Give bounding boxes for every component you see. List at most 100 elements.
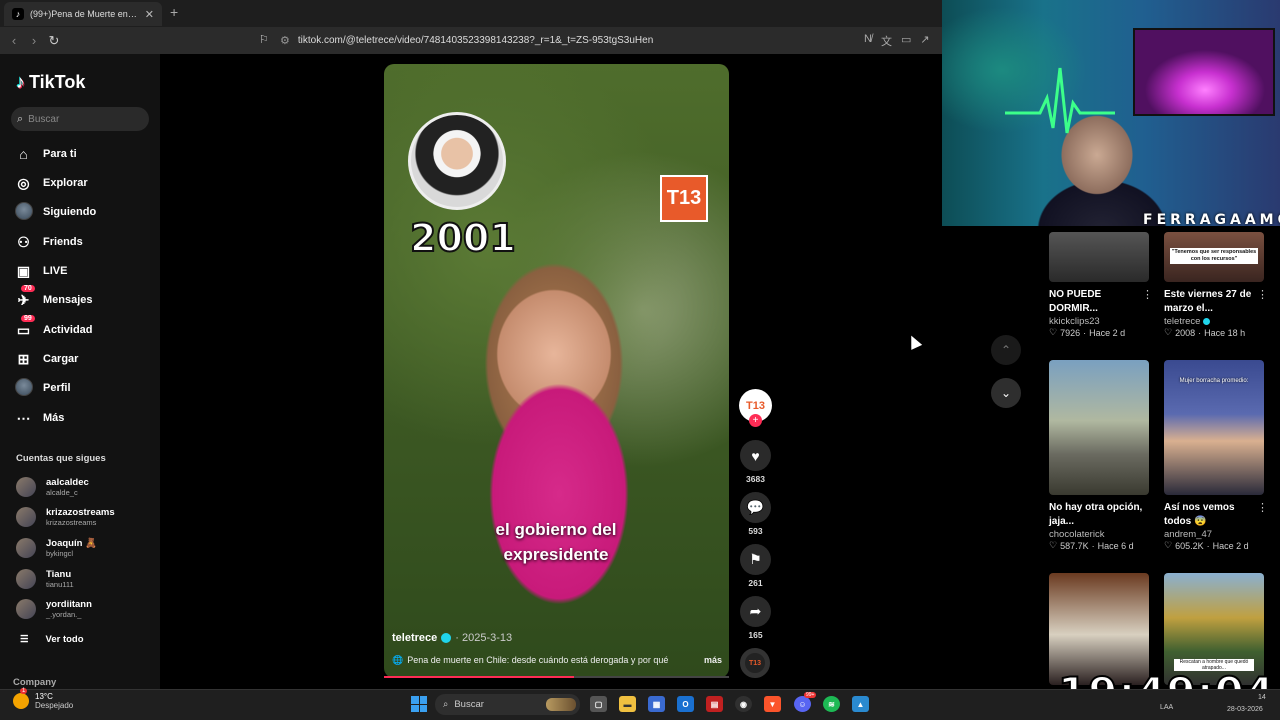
share-icon[interactable]: ↗	[920, 33, 929, 49]
feed-item[interactable]: NO PUEDE DORMIR... ⋮ kkickclips23 ♡ 7926 · H…	[1049, 288, 1153, 338]
sidebar-item-label: Actividad	[43, 324, 93, 336]
news-icon[interactable]: ▤	[706, 696, 723, 712]
feed-user: teletrece	[1164, 316, 1201, 327]
feed-thumbnail[interactable]	[1049, 232, 1149, 282]
company-link[interactable]: Company	[13, 677, 56, 688]
more-icon: ⋯	[16, 409, 31, 426]
sidebar-item-friends[interactable]: ⚇ Friends	[14, 232, 83, 252]
cast-icon[interactable]: ▭	[901, 33, 911, 49]
address-bar[interactable]: ⚙ tiktok.com/@teletrece/video/7481403523…	[280, 32, 850, 49]
followed-account[interactable]: aalcaldec alcalde_c	[16, 477, 89, 497]
sidebar-item-label: Perfil	[43, 382, 71, 394]
comment-button[interactable]: 💬 593	[740, 492, 771, 536]
translate-icon[interactable]: 文	[881, 33, 892, 49]
sidebar-item-label: Cargar	[43, 353, 79, 365]
home-icon: ⌂	[19, 146, 28, 162]
feed-item[interactable]: Este viernes 27 de marzo el... ⋮ teletrec…	[1164, 288, 1268, 338]
followed-account[interactable]: Joaquín 🧸 bykingcl	[16, 538, 97, 558]
heart-icon: ♥	[740, 440, 771, 471]
messages-badge: 70	[21, 284, 35, 292]
sidebar-item-label: Explorar	[43, 177, 88, 189]
followed-account[interactable]: krizazostreams krizazostreams	[16, 507, 115, 527]
like-count: 3683	[746, 474, 765, 484]
followed-account[interactable]: yordiitann _.yordan._	[16, 599, 92, 619]
video-progress-bar[interactable]	[384, 676, 729, 678]
feed-title: NO PUEDE DORMIR...	[1049, 289, 1102, 314]
forward-icon[interactable]: ›	[24, 33, 44, 48]
windows-start-icon[interactable]	[411, 696, 427, 712]
more-button[interactable]: más	[704, 655, 722, 666]
outlook-icon[interactable]: O	[677, 696, 694, 712]
sidebar-item-siguiendo[interactable]: Siguiendo	[14, 201, 97, 222]
feed-thumbnail[interactable]	[1049, 360, 1149, 495]
sidebar-item-cargar[interactable]: ⊞ Cargar	[14, 349, 79, 369]
neon-heartbeat-icon	[1005, 67, 1115, 134]
photos-icon[interactable]: ▲	[852, 696, 869, 712]
like-button[interactable]: ♥ 3683	[740, 440, 771, 484]
reader-mode-icon[interactable]: N̸	[864, 33, 872, 49]
browser-tab-active[interactable]: ♪ (99+)Pena de Muerte en Chile ✕	[4, 2, 162, 26]
share-button[interactable]: ➦ 165	[740, 596, 771, 640]
video-author[interactable]: teletrece · 2025-3-13	[392, 632, 512, 644]
brave-icon[interactable]: ▼	[764, 696, 781, 712]
store-icon[interactable]: ▦	[648, 696, 665, 712]
weather-widget[interactable]: 1 13°C Despejado	[13, 688, 74, 710]
account-handle: alcalde_c	[46, 488, 78, 497]
more-options-icon[interactable]: ⋮	[1142, 288, 1153, 316]
feed-item[interactable]: No hay otra opción, jaja... chocolateric…	[1049, 501, 1153, 551]
sidebar-item-mas[interactable]: ⋯ Más	[14, 408, 65, 428]
new-tab-button[interactable]: +	[170, 4, 178, 20]
save-button[interactable]: ⚑ 261	[740, 544, 771, 588]
portrait-image	[408, 112, 506, 210]
site-info-icon[interactable]: ⚙	[280, 34, 290, 47]
account-name: Joaquín 🧸	[46, 538, 97, 549]
followed-account[interactable]: Tianu tianu111	[16, 569, 74, 589]
share-arrow-icon: ➦	[740, 596, 771, 627]
obs-icon[interactable]: ◉	[735, 696, 752, 712]
weather-desc: Despejado	[35, 701, 74, 710]
tray-language[interactable]: LAA	[1160, 704, 1173, 711]
save-count: 261	[748, 578, 763, 588]
account-name: aalcaldec	[46, 477, 89, 488]
sidebar-item-label: Más	[43, 412, 65, 424]
sidebar-item-live[interactable]: ▣ LIVE	[14, 261, 68, 281]
spotify-icon[interactable]: ≋	[823, 696, 840, 712]
sidebar-item-perfil[interactable]: Perfil	[14, 377, 71, 398]
reload-icon[interactable]: ↻	[44, 33, 64, 49]
music-disc-icon[interactable]: T13	[740, 648, 770, 678]
back-icon[interactable]: ‹	[4, 33, 24, 48]
feed-meta: ♡ 605.2K · Hace 2 d	[1164, 540, 1249, 551]
feed-item[interactable]: Así nos vemos todos 😨 ⋮ andrem_47 ♡ 605.2K…	[1164, 501, 1268, 551]
profile-avatar-icon	[14, 377, 33, 396]
task-view-icon[interactable]: ▢	[590, 696, 607, 712]
bookmark-icon[interactable]: ⚐	[259, 33, 269, 46]
account-handle: tianu111	[46, 580, 74, 589]
see-all-button[interactable]: ☰ Ver todo	[20, 634, 84, 645]
search-icon: ⌕	[443, 699, 449, 710]
bookmark-icon: ⚑	[740, 544, 771, 575]
sidebar-item-mensajes[interactable]: ✈ 70 Mensajes	[14, 284, 93, 310]
previous-video-button[interactable]: ⌃	[991, 335, 1021, 365]
feed-thumbnail[interactable]: Mujer borracha promedio:	[1164, 360, 1264, 495]
sidebar-item-para-ti[interactable]: ⌂ Para ti	[14, 144, 76, 164]
feed-user: chocolaterick	[1049, 529, 1105, 540]
sidebar-item-actividad[interactable]: ▭ 99 Actividad	[14, 314, 93, 340]
tiktok-logo[interactable]: ♪ TikTok	[16, 72, 85, 93]
taskbar-search[interactable]: ⌕ Buscar	[435, 694, 580, 715]
tray-date[interactable]: 28-03-2026	[1227, 706, 1263, 713]
tray-time[interactable]: 14	[1258, 694, 1266, 701]
file-explorer-icon[interactable]: ▬	[619, 696, 636, 712]
sidebar-item-label: Siguiendo	[43, 206, 97, 218]
close-tab-icon[interactable]: ✕	[145, 8, 154, 21]
next-video-button[interactable]: ⌄	[991, 378, 1021, 408]
search-input[interactable]: ⌕ Buscar	[11, 107, 149, 131]
feed-thumbnail[interactable]: "Tenemos que ser responsables con los re…	[1164, 232, 1264, 282]
sidebar-item-label: Friends	[43, 236, 83, 248]
more-options-icon[interactable]: ⋮	[1257, 501, 1268, 529]
follow-plus-icon[interactable]: +	[749, 414, 762, 427]
messages-icon: ✈ 70	[14, 284, 35, 309]
more-options-icon[interactable]: ⋮	[1257, 288, 1268, 316]
discord-icon[interactable]: ☺	[794, 696, 811, 712]
feed-likes: 7926	[1060, 327, 1081, 338]
sidebar-item-explorar[interactable]: ◎ Explorar	[14, 173, 88, 193]
